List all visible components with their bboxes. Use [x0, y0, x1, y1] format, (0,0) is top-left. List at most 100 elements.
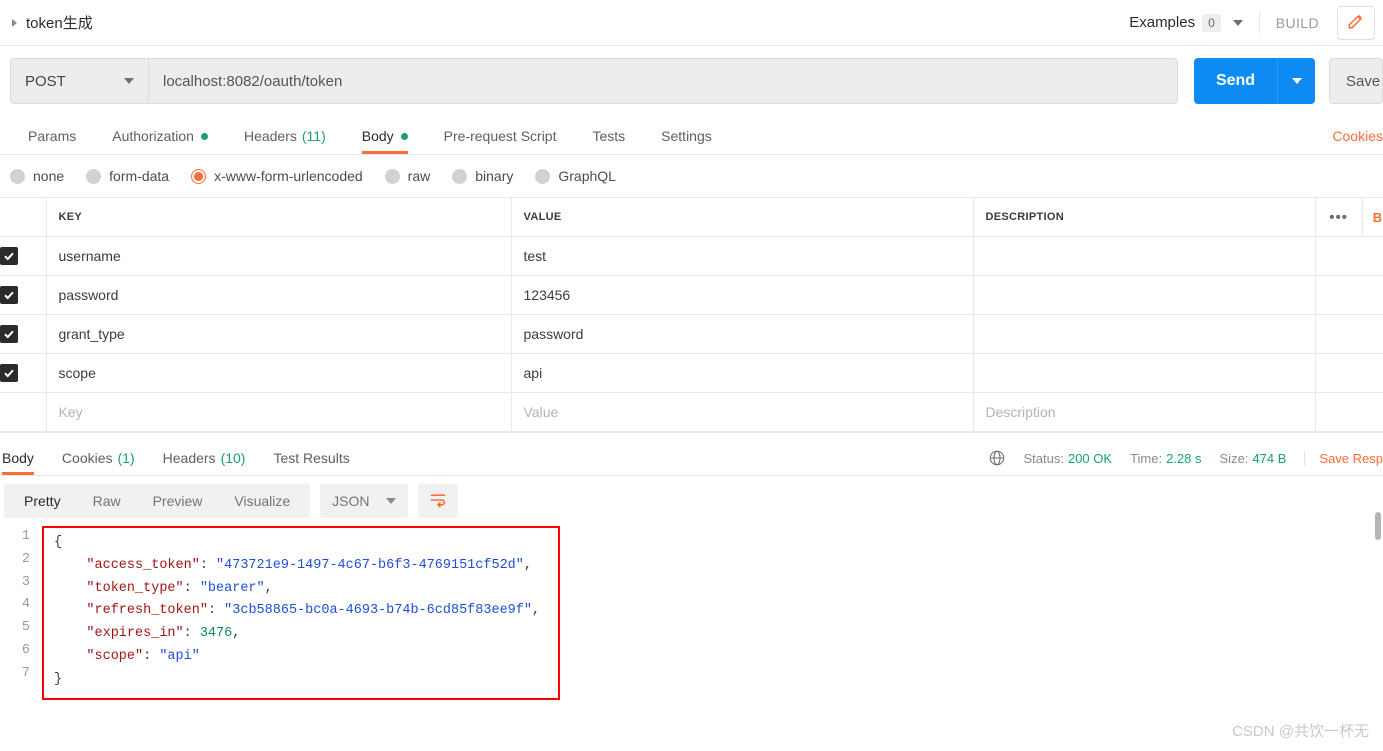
body-type-x-www-form-urlencoded[interactable]: x-www-form-urlencoded	[191, 168, 363, 184]
checkbox-checked-icon[interactable]	[0, 247, 18, 265]
checkbox-checked-icon[interactable]	[0, 286, 18, 304]
chevron-down-icon	[1291, 78, 1302, 84]
row-key-input[interactable]: password	[46, 275, 512, 315]
json-line: "refresh_token": "3cb58865-bc0a-4693-b74…	[54, 600, 548, 623]
json-highlight-box[interactable]: { "access_token": "473721e9-1497-4c67-b6…	[42, 526, 560, 700]
radio-icon	[535, 168, 551, 184]
response-tab-cookies[interactable]: Cookies (1)	[48, 450, 149, 475]
json-line: "expires_in": 3476,	[54, 623, 548, 646]
size-value: 474 B	[1252, 450, 1287, 466]
chevron-down-icon[interactable]	[1232, 19, 1243, 26]
json-token: "access_token"	[86, 557, 200, 573]
chevron-down-icon[interactable]	[124, 78, 134, 84]
response-scrollbar[interactable]	[1375, 512, 1381, 540]
json-token: "bearer"	[199, 580, 265, 596]
view-mode-preview[interactable]: Preview	[137, 484, 219, 518]
row-description-input[interactable]	[973, 275, 1316, 315]
body-type-raw[interactable]: raw	[384, 168, 430, 184]
send-options-button[interactable]	[1277, 58, 1315, 104]
view-mode-group: Pretty Raw Preview Visualize	[4, 484, 311, 518]
row-value-input[interactable]: test	[511, 236, 974, 276]
json-token: "expires_in"	[86, 626, 184, 642]
view-mode-pretty[interactable]: Pretty	[8, 484, 77, 518]
json-token: "473721e9-1497-4c67-b6f3-4769151cf52d"	[216, 557, 524, 573]
url-input[interactable]: localhost:8082/oauth/token	[148, 58, 1178, 104]
tab-tests[interactable]: Tests	[574, 128, 643, 154]
json-line: {	[54, 532, 548, 555]
row-checkbox-cell[interactable]	[0, 392, 47, 432]
response-tab-test-results[interactable]: Test Results	[259, 450, 363, 475]
view-mode-visualize[interactable]: Visualize	[218, 484, 306, 518]
row-description-input[interactable]	[973, 314, 1316, 354]
tab-label: Pre-request Script	[443, 128, 557, 144]
checkbox-checked-icon[interactable]	[0, 364, 18, 382]
line-number: 5	[21, 620, 30, 636]
build-button[interactable]: BUILD	[1276, 15, 1319, 31]
new-row-description-input[interactable]: Description	[973, 392, 1316, 432]
page-title: token生成	[26, 15, 93, 32]
response-tab-body[interactable]: Body	[0, 450, 48, 475]
response-tab-headers[interactable]: Headers (10)	[149, 450, 260, 475]
cookies-link[interactable]: Cookies	[1332, 128, 1383, 144]
tab-label: Test Results	[273, 450, 350, 466]
save-button[interactable]: Save	[1329, 58, 1383, 104]
checkbox-checked-icon[interactable]	[0, 325, 18, 343]
format-select[interactable]: JSON	[320, 484, 408, 518]
method-select[interactable]: POST	[10, 58, 148, 104]
table-row: scope api	[0, 353, 1383, 393]
tab-pre-request-script[interactable]: Pre-request Script	[426, 128, 575, 154]
globe-icon[interactable]	[988, 449, 1006, 467]
tab-headers[interactable]: Headers (11)	[226, 128, 344, 154]
body-type-binary[interactable]: binary	[452, 168, 513, 184]
select-all-cell[interactable]	[0, 197, 47, 237]
row-checkbox-cell[interactable]	[0, 353, 47, 393]
examples-count-badge: 0	[1202, 13, 1221, 32]
row-key-input[interactable]: grant_type	[46, 314, 512, 354]
send-button[interactable]: Send	[1194, 58, 1277, 104]
status-dot-icon	[200, 132, 208, 140]
row-checkbox-cell[interactable]	[0, 314, 47, 354]
edit-button[interactable]	[1337, 5, 1375, 40]
word-wrap-icon	[428, 492, 448, 511]
tab-settings[interactable]: Settings	[643, 128, 730, 154]
new-row-key-input[interactable]: Key	[46, 392, 512, 432]
examples-button[interactable]: Examples 0	[1129, 13, 1243, 32]
row-checkbox-cell[interactable]	[0, 275, 47, 315]
bulk-edit-button[interactable]: B	[1361, 198, 1382, 236]
json-token: {	[54, 535, 63, 550]
word-wrap-button[interactable]	[417, 484, 458, 518]
line-number: 4	[21, 597, 30, 613]
row-value-input[interactable]: 123456	[511, 275, 974, 315]
status-value: 200 OK	[1067, 450, 1113, 466]
table-actions-cell: ••• B	[1315, 197, 1383, 237]
line-number: 6	[21, 642, 30, 658]
tab-params[interactable]: Params	[10, 128, 94, 154]
tab-count: (10)	[220, 450, 246, 466]
row-checkbox-cell[interactable]	[0, 236, 47, 276]
response-status-bar: Status: 200 OK Time: 2.28 s Size: 474 B Sav…	[988, 449, 1383, 475]
time-label: Time:	[1130, 450, 1163, 466]
json-token: :	[183, 580, 200, 596]
tab-authorization[interactable]: Authorization	[94, 128, 226, 154]
view-mode-raw[interactable]: Raw	[77, 484, 137, 518]
save-response-button[interactable]: Save Resp	[1304, 450, 1383, 466]
tab-label: Settings	[661, 128, 712, 144]
row-key-input[interactable]: scope	[46, 353, 512, 393]
new-row-value-input[interactable]: Value	[511, 392, 974, 432]
row-key-input[interactable]: username	[46, 236, 512, 276]
row-value-input[interactable]: password	[511, 314, 974, 354]
body-type-graphql[interactable]: GraphQL	[535, 168, 616, 184]
tab-body[interactable]: Body	[344, 128, 426, 154]
ellipsis-icon[interactable]: •••	[1316, 199, 1362, 236]
row-description-input[interactable]	[973, 353, 1316, 393]
row-actions-cell	[1315, 353, 1383, 393]
json-line: "scope": "api"	[54, 646, 548, 669]
body-type-form-data[interactable]: form-data	[86, 168, 169, 184]
body-type-none[interactable]: none	[10, 168, 64, 184]
table-row: password 123456	[0, 275, 1383, 315]
tab-label: Tests	[592, 128, 626, 144]
triangle-right-icon[interactable]	[12, 18, 17, 27]
row-description-input[interactable]	[973, 236, 1316, 276]
row-value-input[interactable]: api	[511, 353, 974, 393]
json-code-lines[interactable]: { "access_token": "473721e9-1497-4c67-b6…	[54, 532, 548, 692]
